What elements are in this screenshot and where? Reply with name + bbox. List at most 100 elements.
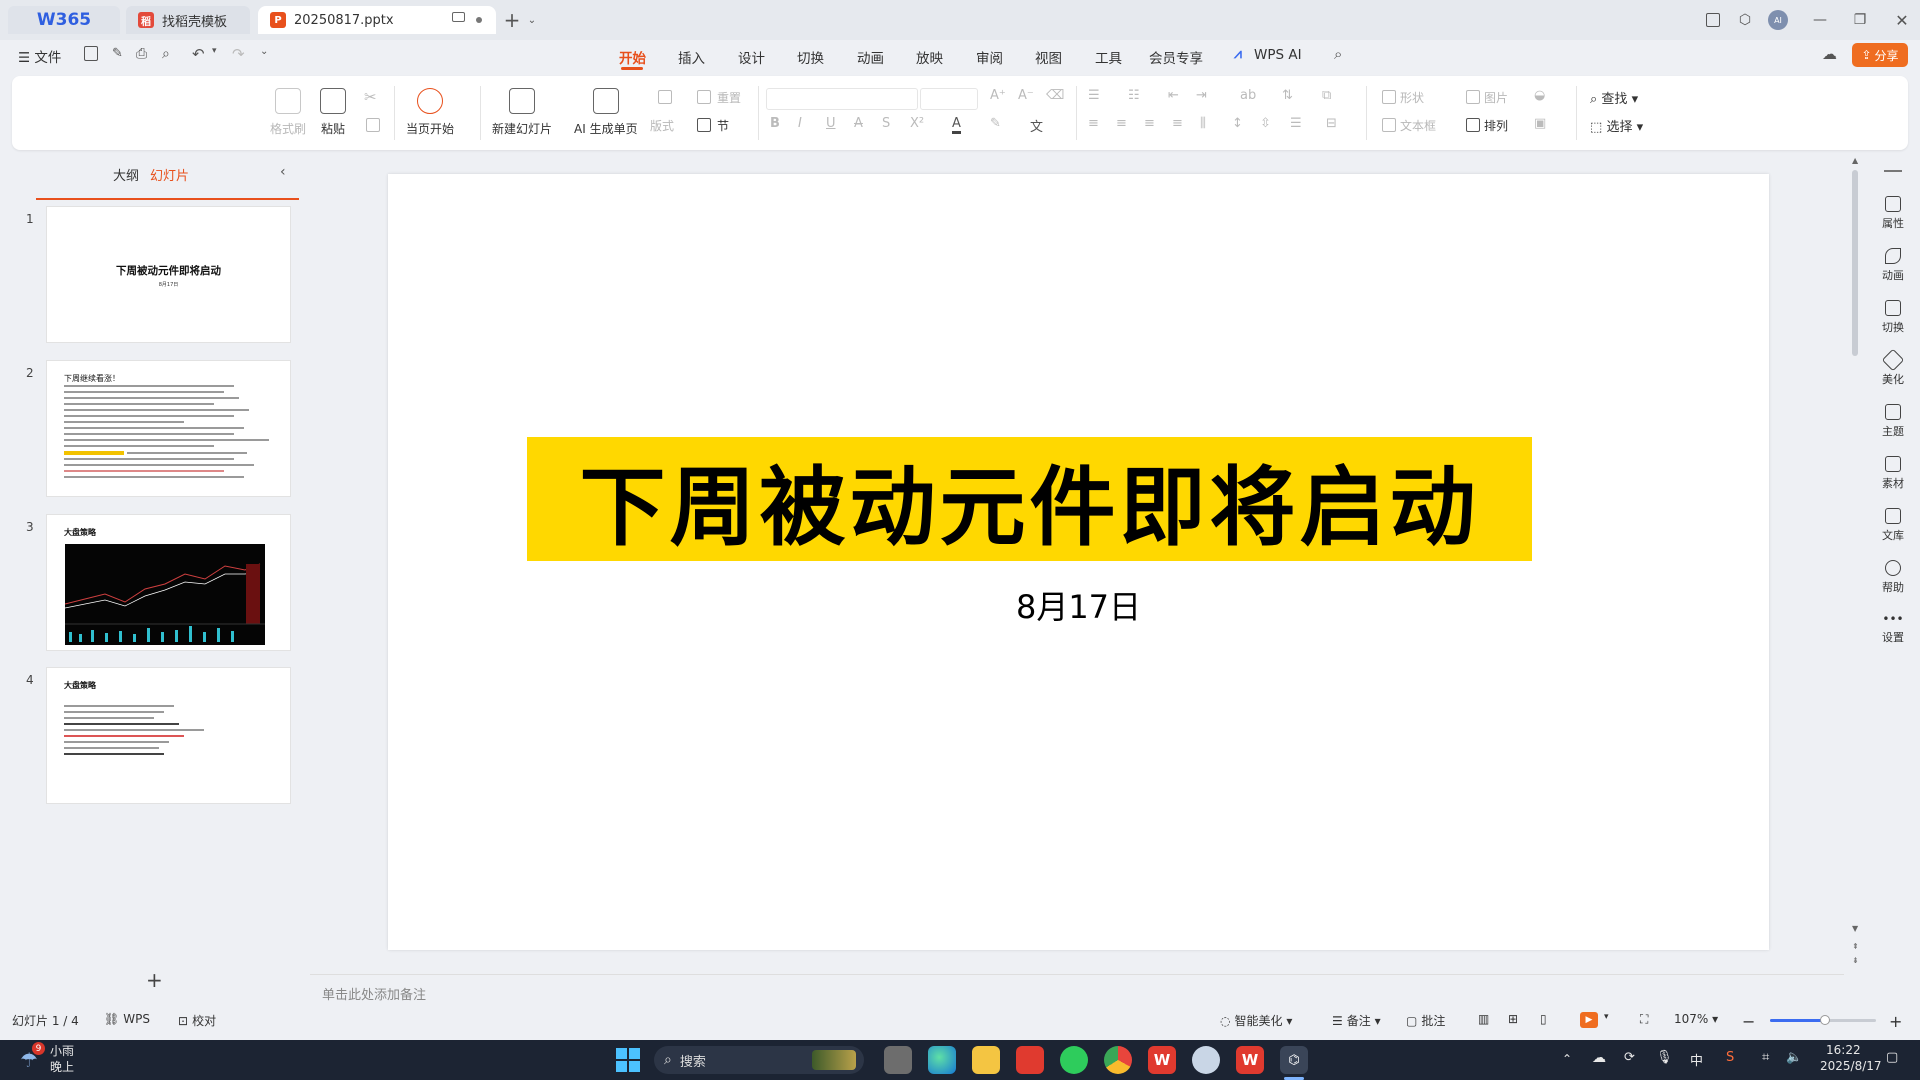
indent-icon[interactable]: ⇥ <box>1196 88 1207 103</box>
sidebar-item-transition[interactable]: 切换 <box>1878 300 1908 335</box>
slide-thumbnail-2[interactable]: 下周继续看涨！ <box>46 360 291 497</box>
vertical-scrollbar[interactable] <box>1852 170 1858 356</box>
menu-review[interactable]: 审阅 <box>976 47 1003 67</box>
slide-thumbnail-4[interactable]: 大盘策略 <box>46 667 291 804</box>
slide-title-box[interactable]: 下周被动元件即将启动 <box>527 437 1532 561</box>
font-grow-icon[interactable]: A⁺ <box>990 88 1006 103</box>
line-spacing-2-icon[interactable]: ☰ <box>1290 116 1302 131</box>
chrome-icon[interactable] <box>1104 1046 1132 1074</box>
sidebar-item-settings[interactable]: ••• 设置 <box>1878 612 1908 645</box>
normal-view-icon[interactable]: ▥ <box>1478 1012 1489 1026</box>
avatar[interactable]: AI <box>1768 10 1788 30</box>
window-tile-icon[interactable] <box>1703 10 1723 30</box>
zoom-out-icon[interactable]: − <box>1742 1012 1755 1031</box>
font-color-icon[interactable]: A <box>952 116 961 134</box>
tray-overflow-icon[interactable]: ⌃ <box>1562 1052 1572 1066</box>
arrange-label[interactable]: 排列 <box>1484 117 1508 134</box>
restore-icon[interactable]: ❐ <box>1850 10 1870 30</box>
select-button[interactable]: ⬚ 选择 ▾ <box>1590 116 1643 135</box>
tab-slides[interactable]: 幻灯片 <box>150 165 189 184</box>
clock-time[interactable]: 16:22 <box>1826 1043 1861 1057</box>
sidebar-item-properties[interactable]: 属性 <box>1878 196 1908 231</box>
wps-presentation-icon[interactable]: W <box>1236 1046 1264 1074</box>
menu-animation[interactable]: 动画 <box>857 47 884 67</box>
menu-member[interactable]: 会员专享 <box>1149 47 1203 67</box>
cloud-upload-icon[interactable]: ☁ <box>1822 45 1837 63</box>
cut-icon[interactable]: ✂ <box>364 88 377 106</box>
sidebar-collapse-icon[interactable] <box>1884 170 1902 172</box>
ai-page-button[interactable]: AI 生成单页 <box>574 88 638 137</box>
reset-label[interactable]: 重置 <box>717 89 741 106</box>
justify-icon[interactable]: ≡ <box>1172 116 1183 131</box>
picture-icon[interactable] <box>1466 90 1480 104</box>
section-icon[interactable] <box>697 118 711 132</box>
weather-period[interactable]: 晚上 <box>50 1058 74 1075</box>
picture-label[interactable]: 图片 <box>1484 89 1508 106</box>
new-tab-icon[interactable]: + <box>502 8 522 32</box>
align-right-icon[interactable]: ≡ <box>1144 116 1155 131</box>
sidebar-item-library[interactable]: 文库 <box>1878 508 1908 543</box>
sidebar-item-help[interactable]: 帮助 <box>1878 560 1908 595</box>
zoom-level[interactable]: 107% ▾ <box>1674 1012 1718 1026</box>
menu-tools[interactable]: 工具 <box>1095 47 1122 67</box>
search-icon[interactable]: ⌕ <box>1334 45 1342 63</box>
convert-icon[interactable]: ⧉ <box>1322 88 1331 103</box>
para-spacing-icon[interactable]: ⇳ <box>1260 116 1271 131</box>
undo-icon[interactable]: ↶ <box>192 45 205 63</box>
arrange-icon[interactable] <box>1466 118 1480 132</box>
chevron-down-icon[interactable]: ⌄ <box>522 10 542 30</box>
slide-subtitle[interactable]: 8月17日 <box>388 582 1769 628</box>
bullets-icon[interactable]: ☰ <box>1088 88 1100 103</box>
next-slide-icon[interactable]: ⇟ <box>1852 956 1859 965</box>
wps-office-icon[interactable]: W <box>1148 1046 1176 1074</box>
share-button[interactable]: ⇪ 分享 <box>1852 43 1908 67</box>
customize-toolbar-icon[interactable]: ⌄ <box>260 46 268 57</box>
sidebar-item-theme[interactable]: 主题 <box>1878 404 1908 439</box>
collapse-panel-icon[interactable]: ‹ <box>280 164 286 180</box>
fill-icon[interactable]: ◒ <box>1534 88 1545 103</box>
file-menu[interactable]: ☰ 文件 <box>18 46 61 66</box>
microphone-icon[interactable]: 🎙 <box>1656 1050 1673 1065</box>
reset-icon[interactable] <box>697 90 711 104</box>
tab-home[interactable]: W365 <box>8 6 120 34</box>
menu-insert[interactable]: 插入 <box>678 47 705 67</box>
prev-slide-icon[interactable]: ⇞ <box>1852 942 1859 951</box>
reading-view-icon[interactable]: ▯ <box>1540 1012 1547 1026</box>
menu-design[interactable]: 设计 <box>738 47 765 67</box>
unsaved-dot-icon[interactable] <box>476 17 482 23</box>
print-icon[interactable]: ⎙ <box>136 46 147 62</box>
slide-canvas[interactable]: 下周被动元件即将启动 8月17日 <box>388 174 1769 950</box>
menu-wps-ai[interactable]: WPS AI <box>1254 47 1302 63</box>
redo-icon[interactable]: ↷ <box>232 45 245 63</box>
edge-browser-icon[interactable] <box>928 1046 956 1074</box>
slideshow-dropdown-icon[interactable]: ▾ <box>1604 1012 1609 1022</box>
fit-window-icon[interactable]: ⛶ <box>1640 1012 1648 1027</box>
font-size-select[interactable] <box>920 88 978 110</box>
phonetic-icon[interactable]: 文 <box>1030 116 1043 135</box>
proofread-button[interactable]: ⊡ 校对 <box>178 1012 216 1029</box>
align-left-icon[interactable]: ≡ <box>1088 116 1099 131</box>
shape-icon[interactable] <box>1382 90 1396 104</box>
close-icon[interactable]: ✕ <box>1892 10 1912 30</box>
undo-dropdown-icon[interactable]: ▾ <box>212 46 217 56</box>
strikethrough-icon[interactable]: A <box>854 116 863 131</box>
taskbar-search-box[interactable]: ⌕ 搜索 <box>654 1046 864 1074</box>
cube-icon[interactable]: ⬡ <box>1735 10 1755 30</box>
weather-condition[interactable]: 小雨 <box>50 1042 74 1059</box>
ime-indicator[interactable]: 中 <box>1690 1050 1703 1069</box>
notes-area[interactable]: 单击此处添加备注 <box>310 974 1844 1009</box>
red-app-icon[interactable] <box>1016 1046 1044 1074</box>
menu-view[interactable]: 视图 <box>1035 47 1062 67</box>
shadow-icon[interactable]: S <box>882 116 890 131</box>
slide-title[interactable]: 下周被动元件即将启动 <box>580 437 1480 562</box>
outline-icon[interactable]: ▣ <box>1534 116 1546 131</box>
align-center-icon[interactable]: ≡ <box>1116 116 1127 131</box>
clear-format-icon[interactable]: ⌫ <box>1046 88 1064 103</box>
menu-home[interactable]: 开始 <box>619 47 646 67</box>
sidebar-item-beautify[interactable]: 美化 <box>1878 348 1908 387</box>
slide-thumbnail-1[interactable]: 下周被动元件即将启动 8月17日 <box>46 206 291 343</box>
new-slide-button[interactable]: 新建幻灯片 <box>492 88 552 137</box>
italic-icon[interactable]: I <box>798 116 802 131</box>
outdent-icon[interactable]: ⇤ <box>1168 88 1179 103</box>
wechat-icon[interactable] <box>1060 1046 1088 1074</box>
